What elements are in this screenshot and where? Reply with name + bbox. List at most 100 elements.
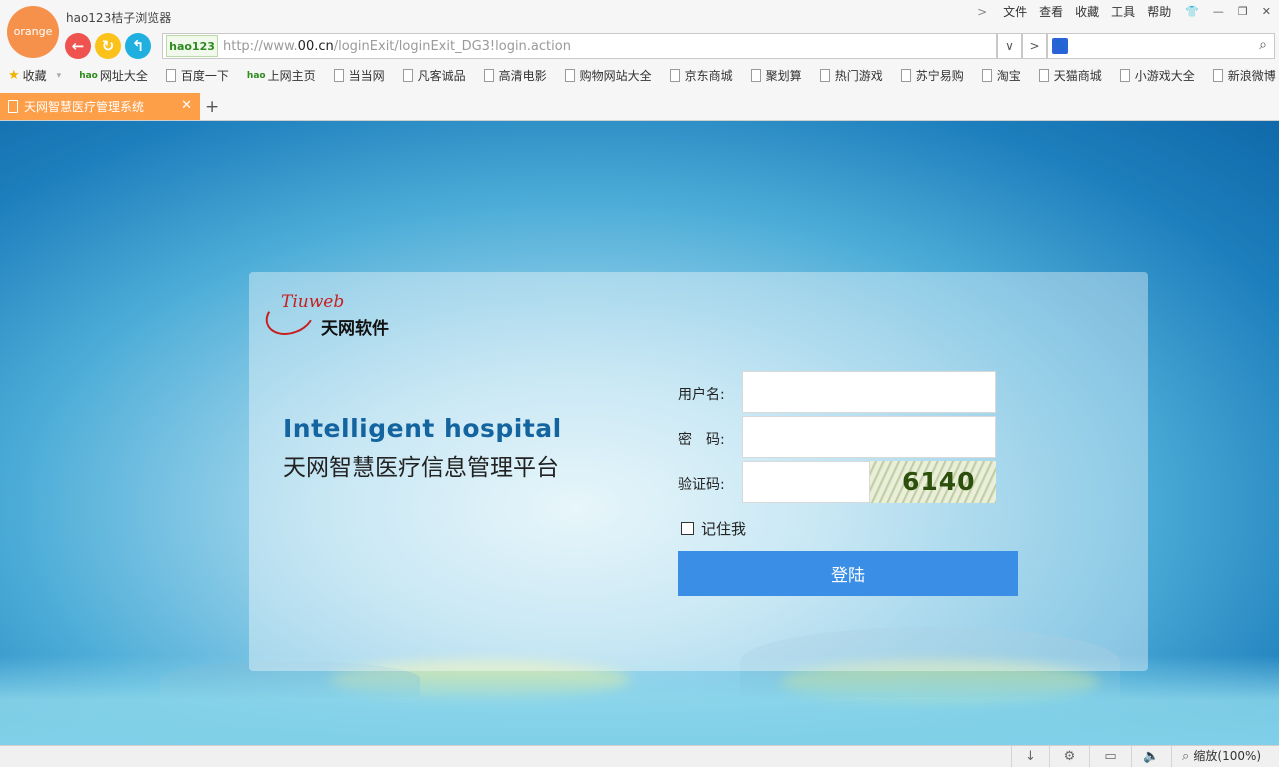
address-dropdown-button[interactable]: ∨	[997, 33, 1022, 59]
brand-name-en: Tiuweb	[281, 292, 345, 312]
login-button[interactable]: 登陆	[678, 551, 1018, 596]
url-prefix: http://www.	[223, 38, 298, 54]
tab-active[interactable]: 天网智慧医疗管理系统 ✕	[0, 93, 200, 120]
bookmark-item[interactable]: 当当网	[333, 67, 385, 84]
brand-name-cn: 天网软件	[321, 319, 389, 339]
url-domain: 00.cn	[297, 38, 334, 54]
bookmark-item[interactable]: 苏宁易购	[900, 67, 964, 84]
bookmark-label: 网址大全	[99, 69, 148, 83]
bookmark-item[interactable]: 高清电影	[483, 67, 547, 84]
settings-gear-icon[interactable]: ⚙	[1049, 746, 1089, 767]
bookmark-item[interactable]: 天猫商城	[1038, 67, 1102, 84]
search-icon[interactable]: ⌕	[1259, 37, 1267, 53]
back-button[interactable]: ←	[65, 33, 91, 59]
bookmark-item[interactable]: 聚划算	[750, 67, 802, 84]
bookmark-item[interactable]: hao 上网主页	[247, 67, 316, 84]
username-field[interactable]	[742, 371, 996, 413]
bookmark-item[interactable]: 淘宝	[981, 67, 1021, 84]
zoom-control[interactable]: ⌕ 缩放(100%)	[1171, 746, 1279, 767]
bookmark-item[interactable]: 新浪微博	[1212, 67, 1276, 84]
restore-icon[interactable]: ❐	[1238, 5, 1248, 18]
page-icon	[333, 69, 344, 82]
back-arrow-icon: ←	[71, 37, 85, 55]
tab-close-icon[interactable]: ✕	[181, 98, 192, 113]
menu-tools[interactable]: 工具	[1111, 3, 1135, 20]
captcha-label: 验证码:	[678, 477, 725, 493]
password-field[interactable]	[742, 416, 996, 458]
bookmark-item[interactable]: 购物网站大全	[564, 67, 652, 84]
bookmark-item[interactable]: 凡客诚品	[402, 67, 466, 84]
bookmarks-bar: ★ 收藏 ▾ hao 网址大全 百度一下 hao 上网主页 当当网 凡客诚品 高清电影 …	[8, 67, 1279, 84]
captcha-field[interactable]	[742, 461, 870, 503]
page-viewport: Tiuweb 天网软件 Intelligent hospital 天网智慧医疗信…	[0, 121, 1279, 745]
baidu-paw-icon[interactable]: 🐾	[1052, 38, 1068, 54]
page-icon	[669, 69, 680, 82]
remember-checkbox[interactable]	[681, 522, 694, 535]
bookmark-label: 聚划算	[765, 69, 802, 83]
star-icon: ★	[8, 68, 20, 83]
new-tab-button[interactable]: +	[205, 97, 219, 117]
chevron-down-icon[interactable]: ▾	[57, 71, 62, 81]
bookmark-favorites[interactable]: ★ 收藏 ▾	[8, 67, 61, 84]
page-icon	[750, 69, 761, 82]
status-bar: ↓ ⚙ ▭ 🔈 ⌕ 缩放(100%)	[0, 745, 1279, 767]
address-go-button[interactable]: >	[1022, 33, 1047, 59]
page-icon	[8, 100, 18, 113]
page-icon	[1038, 69, 1049, 82]
page-icon	[900, 69, 911, 82]
bookmark-item[interactable]: 京东商城	[669, 67, 733, 84]
password-label: 密 码:	[678, 432, 725, 448]
menu-help[interactable]: 帮助	[1147, 3, 1171, 20]
refresh-icon: ↻	[101, 37, 115, 55]
bookmark-label: 京东商城	[684, 69, 733, 83]
bookmark-label: 购物网站大全	[579, 69, 652, 83]
bookmark-label: 百度一下	[180, 69, 229, 83]
url-text[interactable]: http://www.00.cn/loginExit/loginExit_DG3…	[223, 39, 571, 54]
hao123-badge[interactable]: hao123	[166, 35, 218, 57]
search-input[interactable]: 🐾 ⌕	[1047, 33, 1275, 59]
home-button[interactable]: ↰	[125, 33, 151, 59]
page-icon	[483, 69, 494, 82]
bookmark-item[interactable]: 百度一下	[165, 67, 229, 84]
bookmark-label: 小游戏大全	[1134, 69, 1195, 83]
remember-label: 记住我	[701, 520, 747, 538]
address-bar[interactable]: hao123 http://www.00.cn/loginExit/loginE…	[162, 33, 997, 59]
username-label: 用户名:	[678, 387, 725, 403]
volume-icon[interactable]: 🔈	[1131, 746, 1171, 767]
home-return-icon: ↰	[131, 37, 145, 55]
browser-chrome: orange hao123桔子浏览器 ← ↻ ↰ > 文件 查看 收藏 工具 帮…	[0, 0, 1279, 121]
tab-title: 天网智慧医疗管理系统	[24, 100, 145, 114]
hao-icon: hao	[79, 70, 98, 81]
bookmark-label: 淘宝	[996, 69, 1021, 83]
refresh-button[interactable]: ↻	[95, 33, 121, 59]
minimize-icon[interactable]: —	[1213, 5, 1224, 18]
heading-cn: 天网智慧医疗信息管理平台	[283, 455, 559, 481]
heading-en: Intelligent hospital	[283, 414, 562, 443]
bookmark-label: 上网主页	[267, 69, 316, 83]
page-icon	[819, 69, 830, 82]
bookmark-item[interactable]: 热门游戏	[819, 67, 883, 84]
bookmark-label: 当当网	[348, 69, 385, 83]
download-icon[interactable]: ↓	[1011, 746, 1049, 767]
bookmark-item[interactable]: 小游戏大全	[1119, 67, 1195, 84]
skin-icon[interactable]: 👕	[1185, 5, 1199, 18]
bookmark-item[interactable]: hao 网址大全	[79, 67, 148, 84]
close-icon[interactable]: ✕	[1262, 5, 1271, 18]
menu-view[interactable]: 查看	[1039, 3, 1063, 20]
menu-file[interactable]: 文件	[1003, 3, 1027, 20]
chevron-right-icon[interactable]: >	[977, 5, 987, 19]
captcha-code: 6140	[902, 467, 976, 496]
bookmark-label: 高清电影	[498, 69, 547, 83]
chevron-down-icon: ∨	[1005, 39, 1014, 53]
menu-favorites[interactable]: 收藏	[1075, 3, 1099, 20]
remember-me[interactable]: 记住我	[681, 518, 746, 539]
zoom-magnifier-icon: ⌕	[1182, 749, 1190, 764]
bookmark-label: 天猫商城	[1053, 69, 1102, 83]
bookmark-label: 收藏	[22, 69, 47, 83]
page-icon	[402, 69, 413, 82]
hao-icon: hao	[246, 70, 266, 81]
captcha-image[interactable]: 6140	[870, 461, 996, 503]
bookmark-label: 苏宁易购	[915, 69, 964, 83]
window-icon[interactable]: ▭	[1089, 746, 1131, 767]
bookmark-label: 热门游戏	[834, 69, 883, 83]
